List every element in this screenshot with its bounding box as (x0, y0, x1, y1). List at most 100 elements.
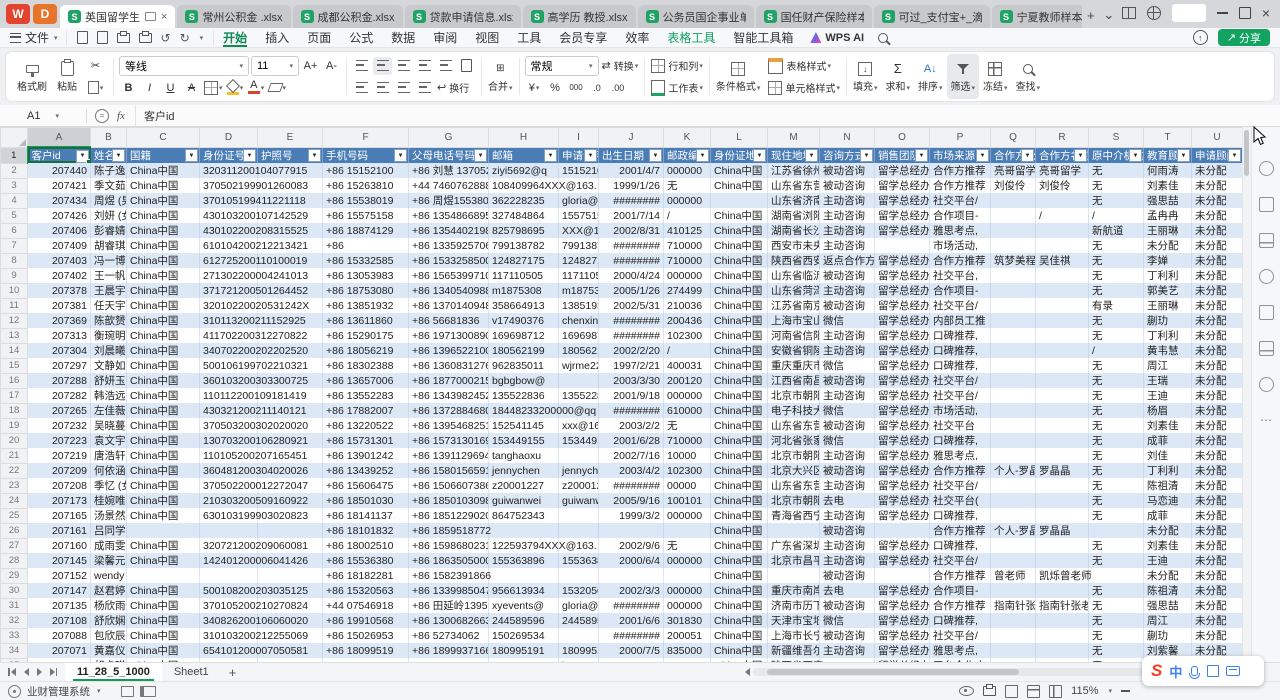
cell[interactable]: 207369 (28, 313, 91, 328)
cell[interactable]: 00000 (664, 478, 711, 493)
cell[interactable]: 指南针张老 (991, 598, 1036, 613)
cell[interactable]: 汤景然 (女 (91, 508, 127, 523)
cell[interactable]: 成雨雯 (女 (91, 538, 127, 553)
italic-button[interactable]: I (140, 79, 159, 97)
cell[interactable]: 169698712 (559, 328, 599, 343)
cell[interactable]: ######## (599, 313, 664, 328)
filter-dropdown-icon[interactable]: ▼ (805, 149, 818, 162)
cell[interactable] (1036, 313, 1089, 328)
cell[interactable]: 留学总经办 (875, 298, 930, 313)
cell[interactable]: 社交平台 (930, 418, 991, 433)
cell[interactable]: 654101200007050581 (200, 643, 258, 658)
cell[interactable]: 凯烁曾老师 (1036, 568, 1089, 583)
cell[interactable]: China中国 (127, 643, 200, 658)
cell[interactable]: 杨欣雨 (女 (91, 598, 127, 613)
cell[interactable]: +86 15731301 (323, 433, 409, 448)
column-header-I[interactable]: I (559, 128, 599, 148)
cell[interactable]: 未分配 (1192, 463, 1243, 478)
cell[interactable]: 强思喆 (1144, 598, 1192, 613)
cell[interactable]: +86 13901242 (323, 448, 409, 463)
cell[interactable]: 山东省菏泽 (768, 283, 820, 298)
column-header-B[interactable]: B (91, 128, 127, 148)
cell[interactable]: China中国 (127, 553, 200, 568)
cell[interactable]: tanghaoxu (489, 448, 559, 463)
cell[interactable]: jennychen (489, 463, 559, 478)
cell[interactable] (1036, 538, 1089, 553)
cell[interactable]: China中国 (711, 223, 768, 238)
cell[interactable]: +86 15290175 (323, 328, 409, 343)
row-number[interactable]: 34 (1, 643, 28, 658)
cell[interactable] (127, 568, 200, 583)
row-number[interactable]: 14 (1, 343, 28, 358)
cell[interactable]: +86 1340540988 (409, 283, 489, 298)
cell[interactable]: 411702200312270822 (200, 328, 258, 343)
cell[interactable]: +86 1850103098 (409, 493, 489, 508)
cell[interactable]: +86 1573130169 (409, 433, 489, 448)
cell[interactable] (1036, 643, 1089, 658)
cell[interactable] (1036, 583, 1089, 598)
cell[interactable]: 2003/2/2 (599, 418, 664, 433)
quick-access-caret[interactable]: ▾ (200, 34, 204, 42)
cell[interactable]: 罗晶晶 (1036, 463, 1089, 478)
cell[interactable]: 未分配 (1192, 403, 1243, 418)
next-sheet-button[interactable] (37, 668, 42, 676)
cell[interactable]: China中国 (711, 553, 768, 568)
fill-handle[interactable] (86, 159, 91, 163)
cell[interactable]: 主动咨询 (820, 208, 875, 223)
cell[interactable]: 主动咨询 (820, 193, 875, 208)
row-number[interactable]: 12 (1, 313, 28, 328)
cell[interactable]: 未分配 (1192, 208, 1243, 223)
align-top-button[interactable] (352, 57, 371, 75)
cell[interactable]: China中国 (711, 178, 768, 193)
cell[interactable]: 主动咨询 (820, 508, 875, 523)
save-icon[interactable] (77, 31, 88, 44)
last-sheet-button[interactable] (50, 668, 58, 676)
cell[interactable] (1036, 358, 1089, 373)
menu-item-审阅[interactable]: 审阅 (424, 28, 466, 47)
cell[interactable]: 2003/4/2 (599, 463, 664, 478)
cell[interactable]: 无 (1089, 283, 1144, 298)
cell[interactable] (1036, 238, 1089, 253)
cell[interactable]: 无 (1089, 268, 1144, 283)
cell[interactable]: 未分配 (1192, 538, 1243, 553)
file-tab[interactable]: S成都公积金.xlsx (293, 5, 403, 28)
cell[interactable]: 无 (1089, 193, 1144, 208)
cell[interactable] (599, 523, 664, 538)
globe-icon[interactable] (1147, 6, 1161, 20)
cell[interactable]: China中国 (127, 283, 200, 298)
cell[interactable]: 被动咨询 (820, 463, 875, 478)
cell[interactable]: +86 18501030 (323, 493, 409, 508)
cell[interactable]: 刘素佳 (1144, 178, 1192, 193)
cell[interactable]: 陈子逸 (男 (91, 163, 127, 178)
cell[interactable] (875, 568, 930, 583)
cell[interactable]: 留学总经办 (875, 553, 930, 568)
restore-icon[interactable] (1239, 7, 1251, 19)
cell[interactable]: 包欣辰 (女 (91, 628, 127, 643)
row-number[interactable]: 16 (1, 373, 28, 388)
cell[interactable] (991, 643, 1036, 658)
cell[interactable]: 被动咨询 (820, 298, 875, 313)
cell[interactable]: gloria@uk (559, 193, 599, 208)
header-cell[interactable]: 身份证地址▼ (711, 147, 768, 163)
cell[interactable]: 留学总经办 (875, 598, 930, 613)
cell[interactable]: 2000/7/5 (599, 643, 664, 658)
cell[interactable]: 李婵 (1144, 253, 1192, 268)
column-header-G[interactable]: G (409, 128, 489, 148)
cell[interactable]: 舒欣娴 (女 (91, 613, 127, 628)
row-number[interactable]: 20 (1, 433, 28, 448)
cell[interactable]: 口碑推荐, (930, 328, 991, 343)
cell[interactable]: 孟冉冉 (1144, 208, 1192, 223)
file-tab[interactable]: S可过_支付宝+_滴滴 (874, 5, 990, 28)
cell[interactable]: 500106199702210321 (200, 358, 258, 373)
cell[interactable]: China中国 (127, 343, 200, 358)
cell[interactable]: +86 13657006 (323, 373, 409, 388)
cell[interactable]: 310113200211152925 (200, 313, 258, 328)
cell[interactable]: 未分配 (1192, 433, 1243, 448)
cell[interactable]: 无 (1089, 613, 1144, 628)
cell[interactable]: 未分配 (1144, 568, 1192, 583)
cell[interactable]: 000000 (664, 193, 711, 208)
cell[interactable]: +86 13851932 (323, 298, 409, 313)
increase-indent-button[interactable] (436, 57, 455, 75)
borders-button[interactable]: ▾ (203, 79, 224, 97)
cell[interactable]: 122593794XXX@163. (489, 538, 559, 553)
